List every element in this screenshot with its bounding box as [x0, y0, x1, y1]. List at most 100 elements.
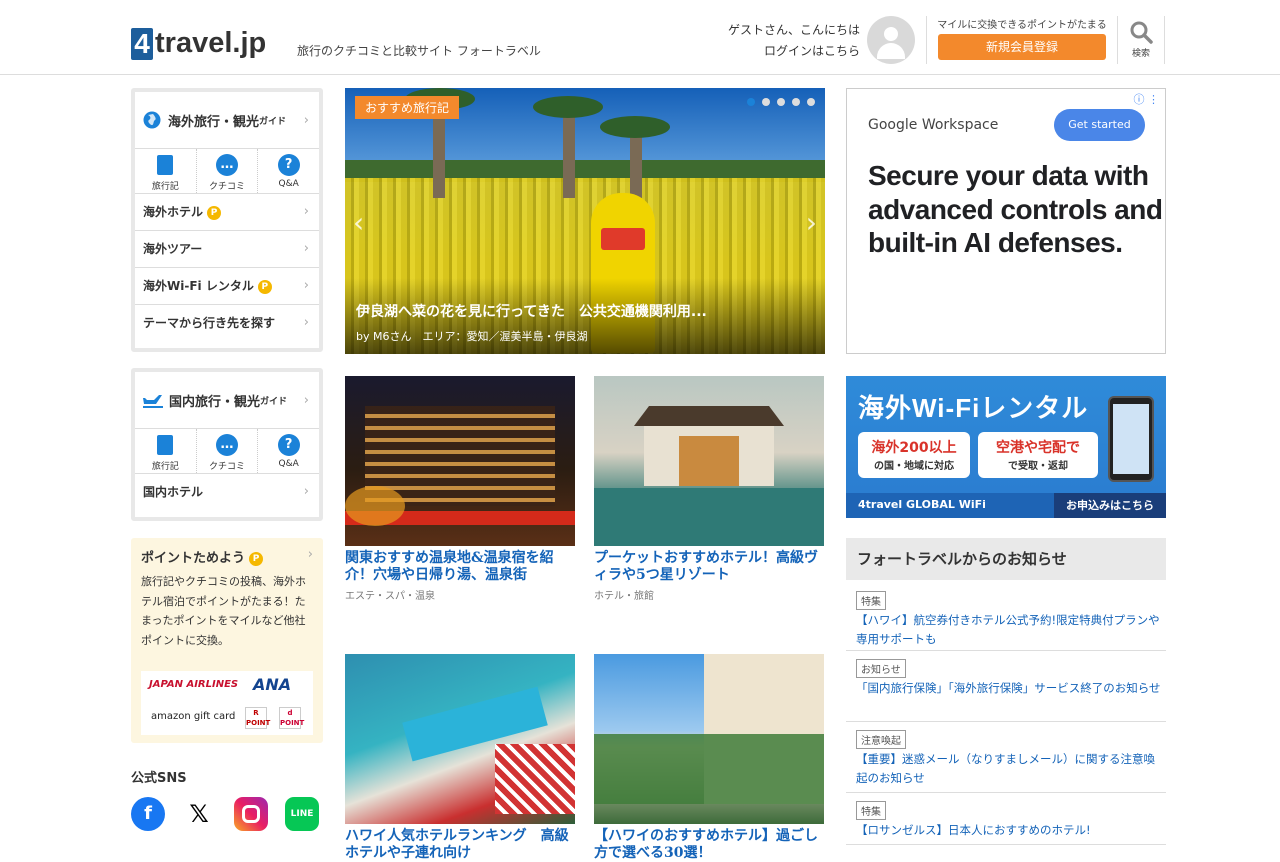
icon-label: Q&A [278, 179, 299, 189]
carousel-dot[interactable] [777, 98, 785, 106]
news-item: お知らせ 「国内旅行保険」「海外旅行保険」サービス終了のお知らせ [846, 651, 1166, 722]
carousel-dot[interactable] [792, 98, 800, 106]
overseas-hotel-link[interactable]: 海外ホテル P › [135, 194, 319, 231]
chevron-right-icon: › [303, 112, 309, 128]
points-title: ポイントためよう P › [141, 547, 313, 566]
news-tag: 特集 [856, 801, 886, 820]
sns-title: 公式SNS [131, 771, 187, 786]
search-label: 検索 [1131, 49, 1150, 59]
chevron-right-icon: › [303, 241, 309, 256]
carousel-dots [747, 98, 815, 106]
article-card[interactable]: ハワイ人気ホテルランキング 高級ホテルや子連れ向け [345, 654, 575, 862]
point-icon: P [249, 552, 264, 566]
wifi-feature-main: 空港や宅配で [996, 440, 1080, 456]
line-icon[interactable]: LINE [285, 797, 319, 831]
google-workspace-ad[interactable]: ⓘ ⋮ Google Workspace Get started Secure … [846, 88, 1166, 354]
ad-get-started-button[interactable]: Get started [1054, 109, 1145, 141]
site-header: 4 travel.jp 旅行のクチコミと比較サイト フォートラベル ゲストさん、… [0, 0, 1280, 75]
question-icon: ? [277, 154, 300, 176]
news-link[interactable]: 【ロサンゼルス】日本人におすすめのホテル! [856, 821, 1166, 840]
palm-frond [533, 96, 603, 118]
register-button[interactable]: 新規会員登録 [938, 34, 1106, 60]
instagram-icon[interactable] [234, 797, 268, 831]
hero-carousel[interactable]: おすすめ旅行記 ‹ › 伊良湖へ菜の花を見に行ってきた 公共交通機関利用... … [345, 88, 825, 354]
domestic-guide-header[interactable]: 国内旅行・観光 ガイド › [135, 372, 319, 429]
card-title: 関東おすすめ温泉地&温泉宿を紹介！穴場や日帰り湯、温泉街 [345, 550, 554, 583]
domestic-guide-title: 国内旅行・観光 [169, 394, 261, 410]
domestic-hotel-link[interactable]: 国内ホテル › [135, 474, 319, 511]
book-icon [157, 155, 174, 175]
news-link[interactable]: 【重要】迷惑メール（なりすましメール）に関する注意喚起のお知らせ [856, 750, 1166, 788]
news-heading: フォートラベルからのお知らせ [846, 538, 1166, 580]
carousel-prev-arrow-icon[interactable]: ‹ [353, 206, 364, 239]
wifi-feature-sub: の国・地域に対応 [874, 461, 954, 472]
greeting-text: ゲストさん、こんにちは [727, 23, 860, 37]
x-icon[interactable]: 𝕏 [182, 797, 216, 831]
domestic-qa-link[interactable]: ? Q&A [257, 429, 319, 473]
wifi-router-image [1108, 396, 1154, 482]
wifi-rental-banner[interactable]: 海外Wi-Fiレンタル 海外200以上 の国・地域に対応 空港や宅配で で受取・返却… [846, 376, 1166, 518]
article-card[interactable]: 【ハワイのおすすめホテル】過ごし方で選べる30選！ [594, 654, 824, 862]
row-label: テーマから行き先を探す [143, 316, 276, 330]
facebook-icon[interactable]: f [131, 797, 165, 831]
card-image-hawaii-hotel [594, 654, 824, 824]
tagline: 旅行のクチコミと比較サイト フォートラベル [297, 44, 541, 58]
d-point-logo: d POINT [279, 707, 305, 729]
overseas-guide-header[interactable]: 海外旅行・観光 ガイド › [135, 92, 319, 149]
wifi-feature-airport: 空港や宅配で で受取・返却 [978, 432, 1098, 478]
article-card[interactable]: プーケットおすすめホテル！高級ヴィラや5つ星リゾート ホテル・旅館 [594, 376, 824, 602]
point-icon: P [207, 206, 222, 220]
divider [1164, 16, 1165, 64]
palm-trunk [563, 108, 575, 198]
card-image-onsen [345, 376, 575, 546]
row-label: 海外ツアー [143, 242, 203, 256]
airplane-icon [143, 395, 163, 408]
carousel-dot[interactable] [762, 98, 770, 106]
carousel-next-arrow-icon[interactable]: › [806, 206, 817, 239]
overseas-guide-box: 海外旅行・観光 ガイド › 旅行記 … クチコミ ? Q&A 海外ホテル P › 海外ツア… [131, 88, 323, 352]
wifi-apply-button[interactable]: お申込みはこちら [1054, 493, 1166, 518]
news-link[interactable]: 【ハワイ】航空券付きホテル公式予約!限定特典付プランや専用サポートも [856, 611, 1166, 649]
carousel-dot[interactable] [807, 98, 815, 106]
domestic-guide-icons: 旅行記 … クチコミ ? Q&A [135, 429, 319, 474]
news-item: 特集 【ハワイ】航空券付きホテル公式予約!限定特典付プランや専用サポートも [846, 583, 1166, 651]
overseas-guide-small: ガイド [259, 116, 287, 127]
ana-logo: ANA [253, 675, 292, 694]
overseas-wifi-link[interactable]: 海外Wi-Fi レンタル P › [135, 268, 319, 305]
card-title: プーケットおすすめホテル！高級ヴィラや5つ星リゾート [594, 550, 818, 583]
chevron-right-icon: › [303, 278, 309, 293]
mile-promo-text: マイルに交換できるポイントがたまる [937, 20, 1107, 31]
carousel-dot[interactable] [747, 98, 755, 106]
site-logo[interactable]: 4 travel.jp [131, 20, 266, 60]
overseas-tour-link[interactable]: 海外ツアー › [135, 231, 319, 268]
logo-mark: 4 [131, 28, 153, 60]
domestic-travelogue-link[interactable]: 旅行記 [135, 429, 196, 473]
points-promo[interactable]: ポイントためよう P › 旅行記やクチコミの投稿、海外ホテル宿泊でポイントがたまる！… [131, 538, 323, 743]
overseas-qa-link[interactable]: ? Q&A [257, 149, 319, 193]
card-title: ハワイ人気ホテルランキング 高級ホテルや子連れ向け [345, 828, 569, 861]
overseas-travelogue-link[interactable]: 旅行記 [135, 149, 196, 193]
hero-badge: おすすめ旅行記 [355, 96, 460, 119]
login-link[interactable]: ログインはこちら [764, 44, 860, 58]
icon-label: クチコミ [209, 182, 246, 192]
news-link[interactable]: 「国内旅行保険」「海外旅行保険」サービス終了のお知らせ [856, 679, 1166, 698]
icon-label: 旅行記 [151, 182, 179, 192]
domestic-review-link[interactable]: … クチコミ [195, 429, 258, 473]
news-item: 特集 【ロサンゼルス】日本人におすすめのホテル! [846, 793, 1166, 845]
news-item: 注意喚起 【重要】迷惑メール（なりすましメール）に関する注意喚起のお知らせ [846, 722, 1166, 793]
question-icon: ? [277, 434, 300, 456]
wifi-title: 海外Wi-Fiレンタル [858, 393, 1089, 423]
news-tag: 特集 [856, 591, 886, 610]
overseas-review-link[interactable]: … クチコミ [195, 149, 258, 193]
wifi-footer-bar: 4travel GLOBAL WiFi お申込みはこちら [846, 493, 1166, 518]
point-icon: P [257, 280, 272, 294]
icon-label: 旅行記 [151, 462, 179, 472]
ad-info-icon[interactable]: ⓘ ⋮ [1134, 91, 1160, 107]
search-button[interactable]: 検索 [1118, 16, 1164, 64]
article-card[interactable]: 関東おすすめ温泉地&温泉宿を紹介！穴場や日帰り湯、温泉街 エステ・スパ・温泉 [345, 376, 575, 602]
theme-search-link[interactable]: テーマから行き先を探す › [135, 305, 319, 342]
avatar[interactable] [867, 16, 915, 64]
globe-icon [143, 111, 161, 129]
partner-logos: JAPAN AIRLINES ANA amazon gift card R PO… [141, 671, 313, 735]
chevron-right-icon: › [303, 484, 309, 499]
